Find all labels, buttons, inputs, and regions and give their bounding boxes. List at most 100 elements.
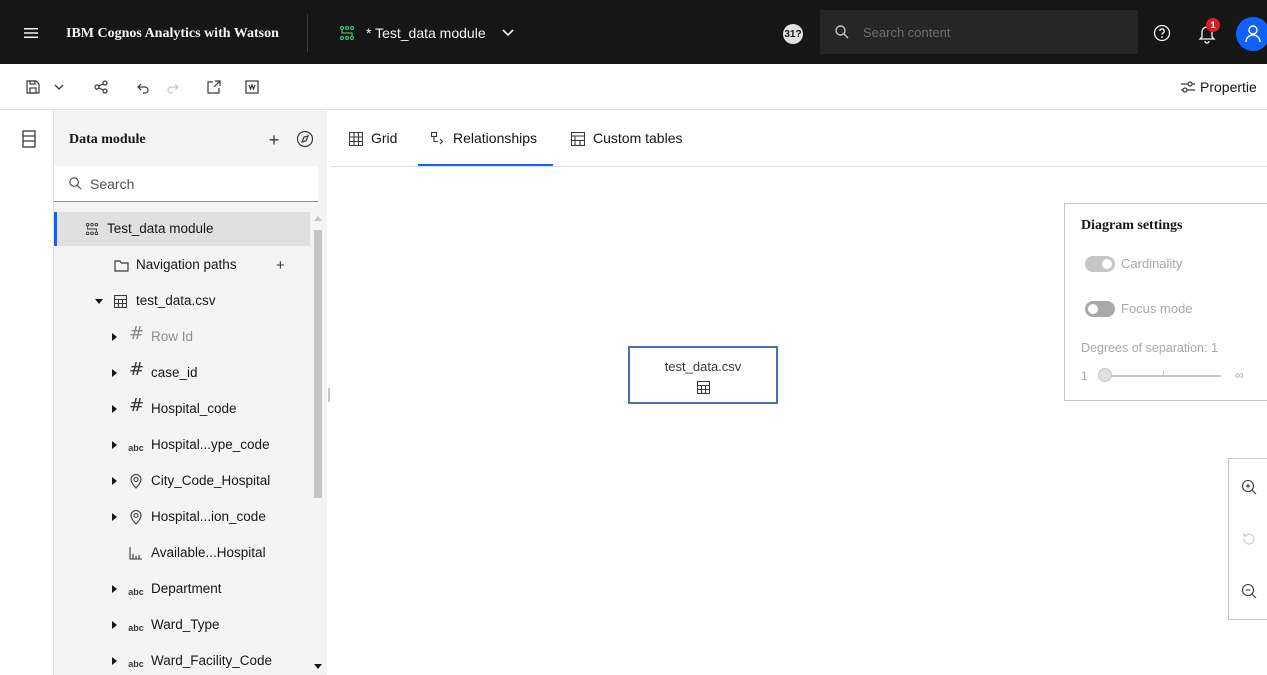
tab-label: Custom tables [593,130,683,146]
toggle-knob [1102,259,1112,269]
zoom-out-icon[interactable] [1241,583,1257,599]
data-module-icon [339,25,355,41]
tree-node-field[interactable]: Available...Hospital [54,536,310,570]
degrees-slider-thumb[interactable] [1098,368,1112,382]
relationships-canvas[interactable]: test_data.csv Diagram settings Cardinali… [331,168,1267,675]
cardinality-toggle[interactable] [1085,256,1115,272]
abc-icon: abc [128,659,144,669]
hash-icon: # [129,322,145,344]
tree-node-label: Available...Hospital [151,545,266,560]
table-node[interactable]: test_data.csv [628,346,778,404]
properties-label: Propertie [1200,79,1257,95]
diagram-settings-title: Diagram settings [1081,218,1183,233]
folder-icon [114,257,129,273]
tab-relationships[interactable]: Relationships [418,130,553,166]
toolbar: Propertie [0,64,1267,110]
custom-table-icon [571,132,585,146]
table-icon [696,380,711,395]
tree-node-field[interactable]: abc Department [54,572,310,606]
cardinality-label: Cardinality [1121,256,1183,271]
help-icon[interactable] [1153,24,1171,42]
hamburger-menu-icon[interactable] [20,22,42,44]
tree-node-field[interactable]: Hospital...ion_code [54,500,310,534]
data-tree: Test_data module Navigation paths + test… [54,212,310,675]
user-count-badge[interactable]: 31? [783,24,803,44]
tree-node-label: Hospital...ype_code [151,437,270,452]
explore-icon[interactable] [296,130,314,148]
add-source-button[interactable]: + [266,130,282,151]
search-icon [68,176,83,191]
left-rail [0,110,54,675]
caret-right-icon[interactable] [112,585,117,593]
tree-node-field[interactable]: # Hospital_code [54,392,310,426]
abc-icon: abc [128,587,144,597]
tree-node-field[interactable]: # Row Id [54,320,310,354]
caret-right-icon[interactable] [112,657,117,665]
notification-count-badge: 1 [1206,18,1220,32]
tree-node-field[interactable]: City_Code_Hospital [54,464,310,498]
reset-zoom-icon[interactable] [1241,531,1257,547]
data-module-panel: Data module + Search Test_data module Na… [54,110,327,675]
tree-node-field[interactable]: abc Hospital...ype_code [54,428,310,462]
caret-right-icon[interactable] [112,513,117,521]
properties-button[interactable]: Propertie [1180,77,1257,97]
tab-grid[interactable]: Grid [349,130,397,166]
tree-node-navigation-paths[interactable]: Navigation paths + [54,248,310,282]
abc-icon: abc [128,623,144,633]
tab-label: Grid [371,130,398,146]
share-icon[interactable] [92,78,110,96]
tab-custom-tables[interactable]: Custom tables [571,130,682,166]
top-header: IBM Cognos Analytics with Watson * Test_… [0,0,1267,64]
data-panel-icon[interactable] [22,130,36,148]
tree-node-field[interactable]: abc Ward_Type [54,608,310,642]
open-external-icon[interactable] [205,78,223,96]
save-icon[interactable] [24,78,42,96]
search-content-field[interactable]: Search content [820,10,1138,54]
caret-right-icon[interactable] [112,405,117,413]
table-icon [114,293,127,309]
data-module-icon [85,221,99,237]
tree-node-module[interactable]: Test_data module [54,212,310,246]
module-name[interactable]: * Test_data module [366,25,486,41]
tree-node-field[interactable]: # case_id [54,356,310,390]
grid-icon [349,132,363,146]
focus-mode-toggle[interactable] [1085,301,1115,317]
scroll-up-icon[interactable] [314,216,322,221]
zoom-controls [1228,458,1267,620]
resize-grip[interactable] [328,388,330,402]
abc-icon: abc [128,443,144,453]
add-navigation-path-button[interactable]: + [276,257,285,274]
tree-node-table[interactable]: test_data.csv [54,284,310,318]
zoom-in-icon[interactable] [1241,479,1257,495]
save-options-chevron-icon[interactable] [50,78,68,96]
focus-mode-label: Focus mode [1121,301,1193,316]
tree-scrollbar[interactable] [310,212,326,675]
relationship-icon [431,132,444,145]
validate-icon[interactable] [243,78,261,96]
caret-down-icon[interactable] [95,299,103,304]
caret-right-icon[interactable] [112,477,117,485]
tree-node-field[interactable]: abc Ward_Facility_Code [54,644,310,675]
scroll-down-icon[interactable] [314,664,322,669]
chevron-down-icon[interactable] [500,24,516,40]
caret-right-icon[interactable] [112,333,117,341]
user-avatar[interactable] [1236,17,1267,51]
caret-right-icon[interactable] [112,441,117,449]
redo-icon[interactable] [164,78,182,96]
table-node-label: test_data.csv [664,359,742,374]
search-placeholder: Search content [863,25,951,40]
scroll-thumb[interactable] [314,230,322,498]
caret-right-icon[interactable] [112,369,117,377]
tree-node-label: Ward_Facility_Code [151,653,273,668]
app-title[interactable]: IBM Cognos Analytics with Watson [66,26,279,42]
degrees-of-separation-label: Degrees of separation: 1 [1081,341,1218,355]
panel-title: Data module [69,132,146,147]
tree-node-label: Test_data module [107,221,214,236]
location-icon [130,473,142,489]
undo-icon[interactable] [134,78,152,96]
tree-node-label: Department [151,581,222,596]
panel-search-input[interactable]: Search [54,166,318,202]
caret-right-icon[interactable] [112,621,117,629]
tree-node-label: test_data.csv [136,293,216,308]
view-tabs: Grid Relationships Custom tables [331,110,1267,167]
